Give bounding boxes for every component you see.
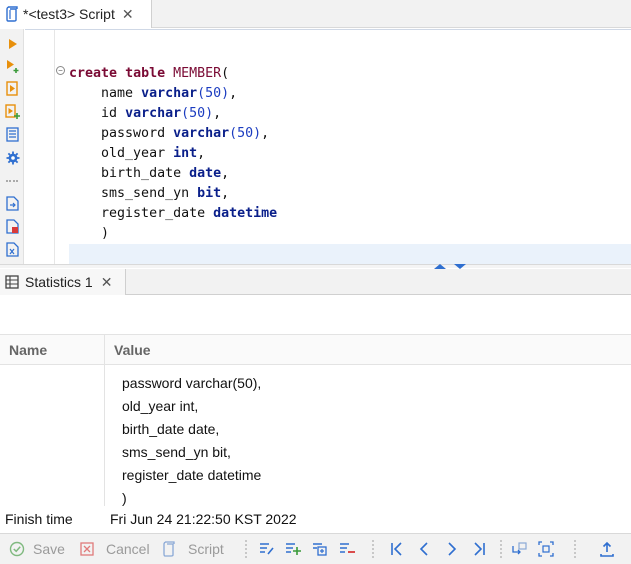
code-line-column: sms_send_yn bit, — [101, 186, 230, 201]
code-line-column: birth_date date, — [101, 166, 230, 181]
value-line: sms_send_yn bit, — [122, 444, 231, 460]
tab-close-icon[interactable]: ✕ — [101, 274, 113, 291]
value-line: old_year int, — [122, 398, 199, 414]
toolbar-separator — [500, 540, 502, 558]
tab-script[interactable]: *<test3> Script ✕ — [0, 0, 152, 28]
tab-close-icon[interactable]: ✕ — [122, 7, 134, 21]
toolbar-separator — [245, 540, 247, 558]
code-line-closing: ) — [101, 226, 110, 241]
sql-editor[interactable]: − create table MEMBER( name varchar(50),… — [25, 29, 631, 265]
script-button[interactable]: Script — [162, 539, 224, 559]
toolbar-separator — [372, 540, 374, 558]
code-line-column: register_date datetime — [101, 206, 278, 221]
delete-row-icon[interactable] — [337, 539, 357, 559]
cancel-label: Cancel — [106, 541, 150, 557]
save-script-icon[interactable] — [4, 218, 21, 235]
execute-script-icon[interactable] — [4, 80, 21, 97]
editor-tab-bar: *<test3> Script ✕ — [0, 0, 631, 28]
fetch-all-icon[interactable] — [536, 539, 556, 559]
value-line: password varchar(50), — [122, 375, 262, 391]
save-button[interactable]: Save — [9, 539, 65, 559]
cancel-button[interactable]: Cancel — [80, 539, 150, 559]
code-line-column: name varchar(50), — [101, 86, 238, 101]
code-line-1: create table MEMBER( — [69, 66, 230, 81]
execute-script-new-tabs-icon[interactable] — [4, 103, 21, 120]
editor-gutter — [25, 30, 55, 265]
pane-splitter[interactable] — [0, 264, 631, 268]
table-row[interactable]: Finish time Fri Jun 24 21:22:50 KST 2022 — [0, 509, 631, 531]
column-header-value[interactable]: Value — [114, 342, 151, 358]
settings-gear-icon[interactable] — [4, 149, 21, 166]
script-label: Script — [188, 541, 224, 557]
code-line-column: password varchar(50), — [101, 126, 270, 141]
first-page-icon[interactable] — [387, 539, 407, 559]
code-line-column: old_year int, — [101, 146, 206, 161]
column-divider — [104, 366, 105, 506]
toolbar-separator — [574, 540, 576, 558]
tab-statistics-title: Statistics 1 — [25, 274, 93, 290]
script-file-icon — [6, 6, 18, 22]
code-line-column: id varchar(50), — [101, 106, 222, 121]
script-file-icon — [163, 541, 175, 557]
execute-in-new-tab-icon[interactable] — [4, 57, 21, 74]
value-line: ) — [122, 490, 127, 506]
execute-statement-icon[interactable] — [4, 35, 21, 52]
value-line: birth_date date, — [122, 421, 220, 437]
tab-script-title: *<test3> Script — [23, 6, 115, 22]
next-page-icon[interactable] — [442, 539, 462, 559]
check-circle-icon — [9, 541, 25, 557]
finish-time-label: Finish time — [5, 511, 73, 527]
query-text-cell[interactable]: password varchar(50), old_year int, birt… — [122, 372, 261, 510]
add-row-icon[interactable] — [283, 539, 303, 559]
last-page-icon[interactable] — [469, 539, 489, 559]
current-line-highlight — [69, 244, 631, 264]
finish-time-value: Fri Jun 24 21:22:50 KST 2022 — [110, 511, 297, 527]
results-tab-bar: Statistics 1 ✕ — [0, 269, 631, 295]
fold-collapse-icon[interactable]: − — [56, 66, 65, 75]
previous-page-icon[interactable] — [414, 539, 434, 559]
sql-code[interactable]: create table MEMBER( name varchar(50), i… — [69, 64, 277, 244]
edit-cell-icon[interactable] — [257, 539, 277, 559]
column-header-name[interactable]: Name — [9, 342, 47, 358]
column-divider[interactable] — [104, 335, 105, 366]
export-icon[interactable] — [4, 241, 21, 258]
export-data-icon[interactable] — [597, 539, 617, 559]
explain-plan-icon[interactable] — [4, 126, 21, 143]
statistics-icon — [5, 275, 19, 289]
cancel-x-icon — [80, 542, 94, 556]
statistics-grid: Name Value password varchar(50), old_yea… — [0, 296, 631, 532]
results-toolbar: Save Cancel Script — [0, 533, 631, 564]
value-line: register_date datetime — [122, 467, 262, 483]
duplicate-row-icon[interactable] — [310, 539, 330, 559]
save-label: Save — [33, 541, 65, 557]
toolbar-separator — [6, 180, 18, 182]
load-script-icon[interactable] — [4, 195, 21, 212]
tab-statistics-1[interactable]: Statistics 1 ✕ — [0, 269, 126, 295]
grid-header: Name Value — [0, 334, 631, 366]
fetch-next-icon[interactable] — [509, 539, 529, 559]
left-toolbar — [0, 29, 24, 264]
